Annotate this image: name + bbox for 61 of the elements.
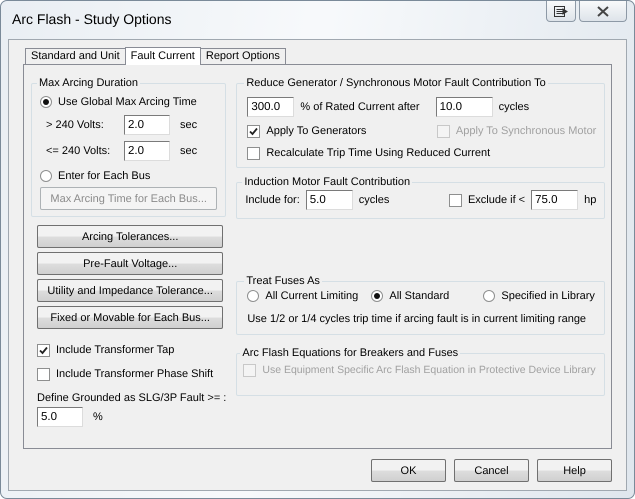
radio-label: All Standard <box>389 289 450 303</box>
checkbox[interactable] <box>247 146 260 160</box>
tab[interactable]: Standard and Unit <box>25 48 126 65</box>
radio-button[interactable] <box>247 290 260 302</box>
checkbox[interactable] <box>448 194 462 206</box>
window-menu-icon <box>554 6 568 16</box>
dialog-button[interactable]: Arcing Tolerances... <box>37 225 224 248</box>
dialog-button[interactable]: Utility and Impedance Tolerance... <box>37 279 224 302</box>
field-label: > 240 Volts: <box>46 118 104 132</box>
window-menu-button[interactable] <box>546 1 576 22</box>
input-field[interactable]: 300.0 <box>247 97 294 117</box>
checkbox-label: Exclude if < <box>468 193 526 207</box>
dialog-button[interactable]: OK <box>371 459 446 482</box>
input-field[interactable]: 5.0 <box>306 190 353 210</box>
dialog-button[interactable]: Fixed or Movable for Each Bus... <box>37 306 224 329</box>
checkbox-label: Apply To Generators <box>266 124 366 138</box>
radio-label: All Current Limiting <box>265 289 358 303</box>
dialog-button[interactable]: Pre-Fault Voltage... <box>37 252 224 275</box>
unit-label: cycles <box>498 100 530 114</box>
radio-button[interactable] <box>371 290 384 302</box>
field-label: <= 240 Volts: <box>46 144 110 158</box>
close-icon <box>597 6 609 16</box>
checkbox[interactable] <box>37 344 50 356</box>
input-field[interactable]: 2.0 <box>124 141 170 161</box>
group-title: Arc Flash Equations for Breakers and Fuses <box>241 347 460 359</box>
tab[interactable]: Report Options <box>200 48 286 65</box>
radio-button[interactable] <box>483 290 496 302</box>
input-field[interactable]: 75.0 <box>531 190 578 210</box>
unit-label: cycles <box>358 193 390 207</box>
unit-label: sec <box>180 118 198 132</box>
field-label: % of Rated Current after <box>300 100 420 114</box>
note-text: Use 1/2 or 1/4 cycles trip time if arcing fault is in current limiting range <box>247 312 586 326</box>
dialog-button[interactable]: Help <box>537 459 612 482</box>
unit-label: hp <box>584 193 596 207</box>
field-label: Include for: <box>245 193 300 207</box>
input-field[interactable]: 5.0 <box>37 407 83 427</box>
tab[interactable]: Fault Current <box>124 47 201 65</box>
radio-label: Specified in Library <box>501 289 595 303</box>
checkbox[interactable] <box>37 368 50 380</box>
input-field[interactable]: 2.0 <box>124 115 170 135</box>
checkbox-label: Recalculate Trip Time Using Reduced Current <box>266 146 490 160</box>
radio-label: Enter for Each Bus <box>58 169 150 183</box>
checkbox-label: Include Transformer Phase Shift <box>56 367 214 381</box>
checkbox[interactable] <box>247 124 260 138</box>
radio-label: Use Global Max Arcing Time <box>58 95 197 109</box>
group-title: Treat Fuses As <box>245 275 321 287</box>
window-title: Arc Flash - Study Options <box>12 11 172 27</box>
checkbox-label: Apply To Synchronous Motor <box>456 124 596 138</box>
field-label: Define Grounded as SLG/3P Fault >= : <box>37 391 226 405</box>
radio-button[interactable] <box>40 96 52 108</box>
group-title: Reduce Generator / Synchronous Motor Fault Contribution To <box>245 77 547 89</box>
group-title: Max Arcing Duration <box>38 77 140 89</box>
close-button[interactable] <box>579 1 627 22</box>
dialog-button[interactable]: Cancel <box>454 459 529 482</box>
radio-button[interactable] <box>40 170 52 182</box>
unit-label: % <box>93 410 103 424</box>
checkbox-label: Include Transformer Tap <box>56 343 174 357</box>
unit-label: sec <box>180 144 198 158</box>
checkbox-label: Use Equipment Specific Arc Flash Equation in Protective Device Library <box>262 363 596 377</box>
input-field[interactable]: 10.0 <box>436 97 493 117</box>
group-title: Induction Motor Fault Contribution <box>243 176 412 188</box>
